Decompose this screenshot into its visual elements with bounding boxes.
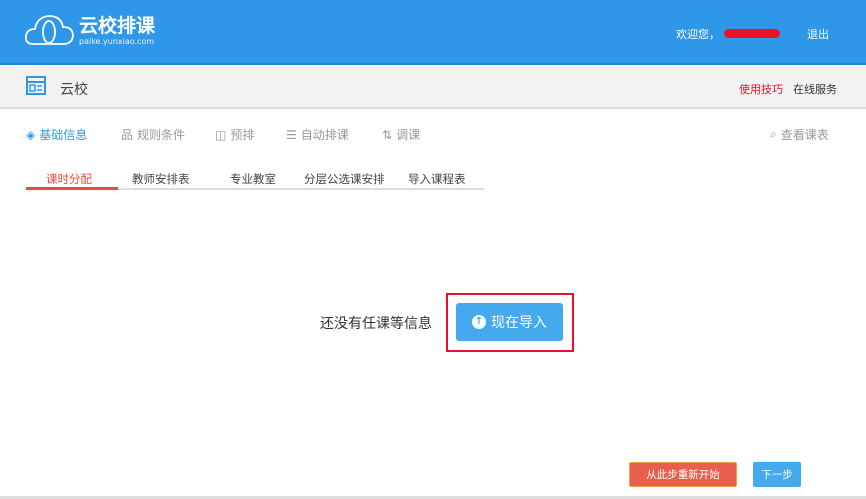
logo[interactable]: 云校排课 paike.yunxiao.com <box>25 14 155 46</box>
restart-button[interactable]: 从此步重新开始 <box>629 462 737 487</box>
tab-special-classroom[interactable]: 专业教室 <box>230 171 276 187</box>
tips-link[interactable]: 使用技巧 <box>739 81 783 97</box>
welcome-text: 欢迎您， <box>676 28 720 41</box>
search-doc-icon: ⌕ <box>770 127 777 141</box>
view-schedule-link[interactable]: ⌕ 查看课表 <box>770 126 829 143</box>
step-basic-info[interactable]: ◈ 基础信息 <box>26 126 87 143</box>
import-label: 现在导入 <box>491 315 547 331</box>
step-adjust[interactable]: ⇅ 调课 <box>382 126 420 143</box>
edit-list-icon: ☰ <box>286 127 297 142</box>
next-button[interactable]: 下一步 <box>753 462 801 487</box>
school-icon <box>26 76 46 95</box>
swap-icon: ⇅ <box>382 127 393 142</box>
tab-import-schedule[interactable]: 导入课程表 <box>408 171 466 187</box>
sub-header <box>0 67 866 109</box>
empty-message: 还没有任课等信息 <box>320 316 432 332</box>
logout-link[interactable]: 退出 <box>807 26 829 42</box>
tab-class-hours[interactable]: 课时分配 <box>46 171 92 187</box>
tab-elective[interactable]: 分层公选课安排 <box>304 171 385 187</box>
app-title: 云校排课 <box>79 14 156 37</box>
school-name: 云校 <box>60 82 88 98</box>
step-label: 预排 <box>230 128 255 142</box>
step-prearrange[interactable]: ◫ 预排 <box>215 126 254 143</box>
hierarchy-icon: 品 <box>121 128 134 142</box>
tab-teacher-schedule[interactable]: 教师安排表 <box>132 171 190 187</box>
top-bar: 云校排课 paike.yunxiao.com 欢迎您， 退出 <box>0 0 866 65</box>
cloud-logo-icon <box>25 15 74 45</box>
sub-tabs: 课时分配 教师安排表 专业教室 分层公选课安排 导入课程表 <box>26 166 484 190</box>
step-label: 基础信息 <box>39 128 88 142</box>
step-label: 自动排课 <box>300 128 349 142</box>
step-label: 调课 <box>396 128 421 142</box>
online-service-link[interactable]: 在线服务 <box>793 81 837 97</box>
step-auto-schedule[interactable]: ☰ 自动排课 <box>286 126 349 143</box>
active-tab-indicator <box>26 187 118 190</box>
app-domain: paike.yunxiao.com <box>79 36 155 46</box>
redacted-username <box>724 29 780 38</box>
layers-icon: ◈ <box>26 127 36 142</box>
import-now-button[interactable]: ↑ 现在导入 <box>456 303 563 341</box>
step-label: 规则条件 <box>137 128 186 142</box>
view-schedule-label: 查看课表 <box>780 128 829 142</box>
camera-icon: ◫ <box>215 127 227 142</box>
step-rules[interactable]: 品规则条件 <box>121 126 185 143</box>
upload-icon: ↑ <box>472 315 486 329</box>
